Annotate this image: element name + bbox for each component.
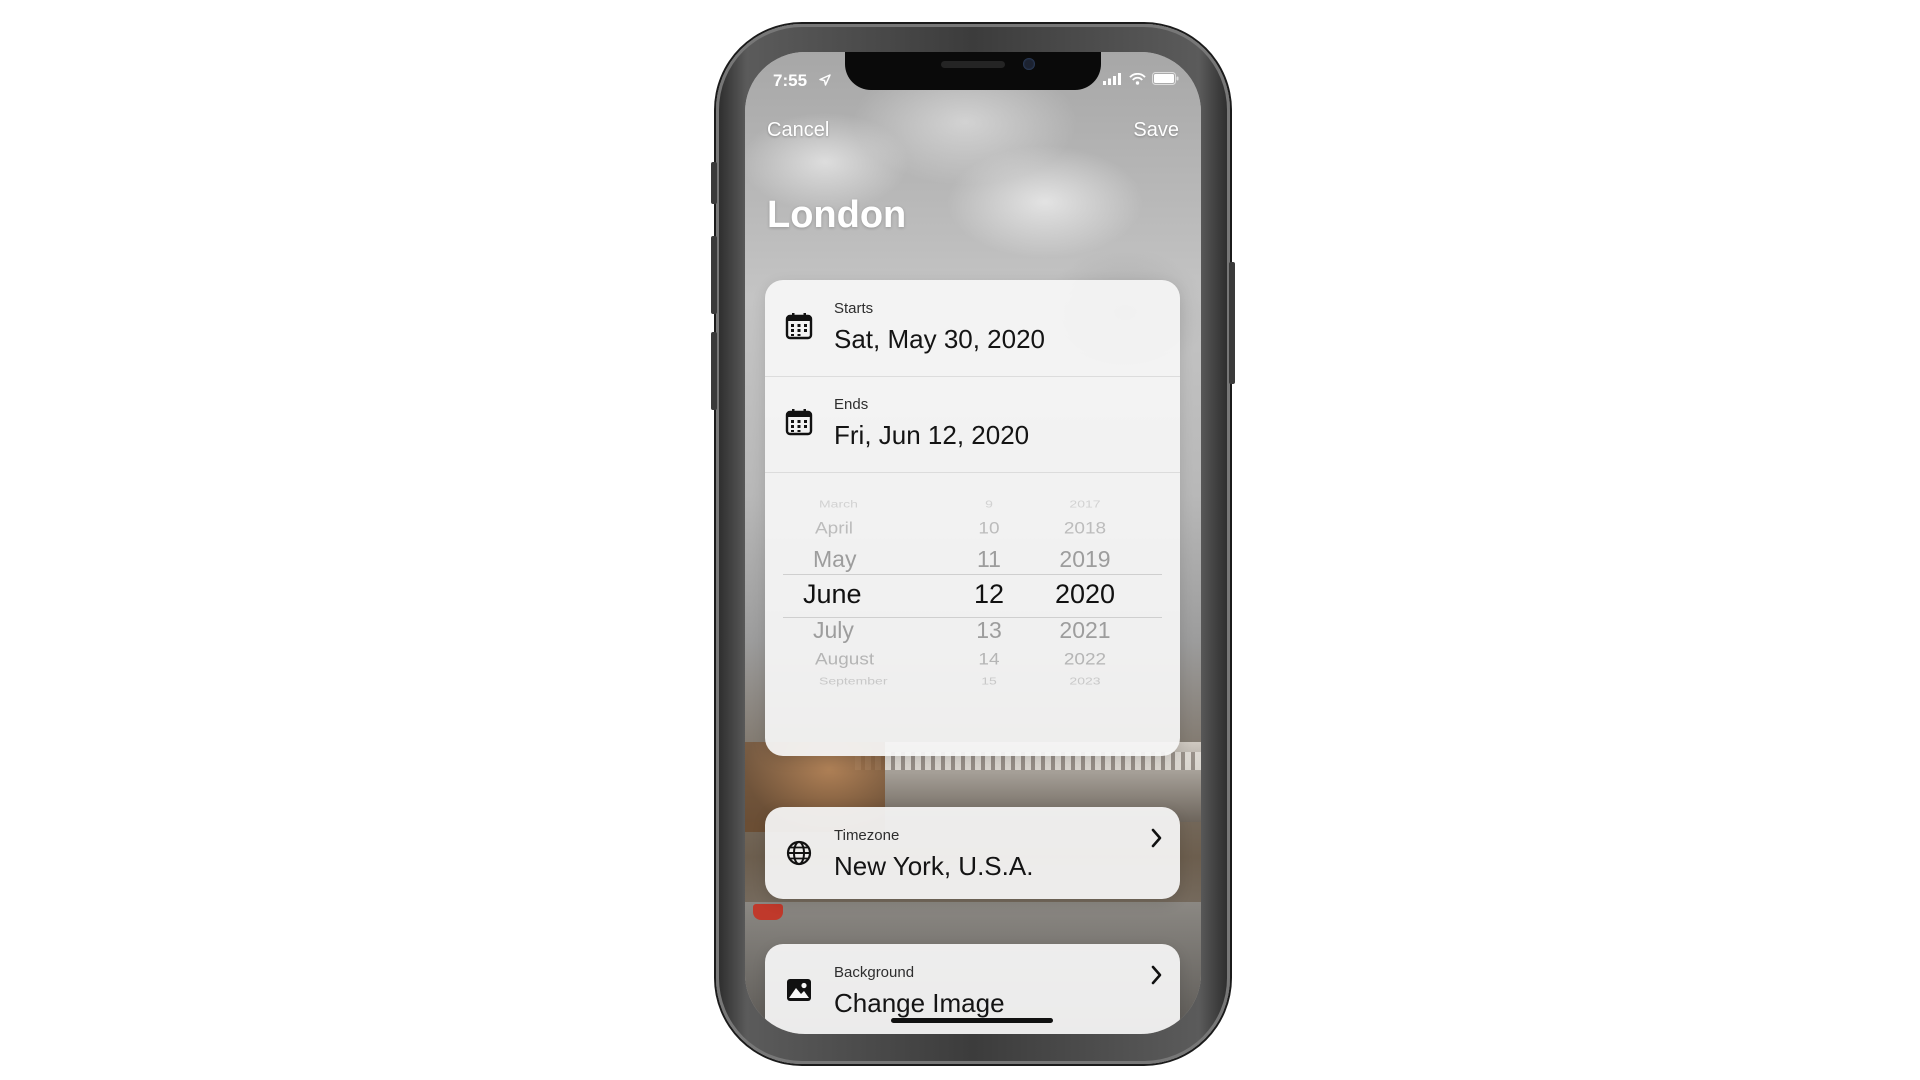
picker-year-selected[interactable]: 2020 xyxy=(1045,579,1125,610)
side-button xyxy=(1229,262,1235,384)
ends-label: Ends xyxy=(834,396,869,413)
front-camera xyxy=(1023,58,1035,70)
calendar-icon xyxy=(785,313,813,340)
ends-value: Fri, Jun 12, 2020 xyxy=(834,420,1030,450)
phone-screen: 7:55 Cancel Save London Starts Sat, May … xyxy=(745,52,1201,1034)
picker-day-item[interactable]: 14 xyxy=(967,650,1011,669)
picker-month-item[interactable]: August xyxy=(815,650,874,669)
battery-icon xyxy=(1152,72,1179,85)
divider xyxy=(765,472,1180,473)
chevron-right-icon xyxy=(1151,828,1162,848)
silent-switch xyxy=(711,162,717,204)
picker-year-item[interactable]: 2023 xyxy=(1045,675,1125,686)
starts-value: Sat, May 30, 2020 xyxy=(834,324,1046,354)
picker-year-column[interactable]: 2017 2018 2019 2020 2021 2022 2023 xyxy=(1045,490,1125,710)
earpiece-speaker xyxy=(941,61,1005,68)
picker-year-item[interactable]: 2018 xyxy=(1045,519,1125,538)
picker-day-item[interactable]: 15 xyxy=(967,675,1011,686)
home-indicator[interactable] xyxy=(891,1018,1053,1023)
picker-year-item[interactable]: 2022 xyxy=(1045,650,1125,669)
picker-year-item[interactable]: 2017 xyxy=(1045,498,1125,509)
picker-day-selected[interactable]: 12 xyxy=(967,579,1011,610)
starts-label: Starts xyxy=(834,300,874,317)
picker-month-item[interactable]: July xyxy=(813,617,854,644)
status-time: 7:55 xyxy=(773,71,808,90)
calendar-icon xyxy=(785,409,813,436)
timezone-value: New York, U.S.A. xyxy=(834,851,1034,881)
cellular-signal-icon xyxy=(1103,72,1121,85)
date-card: Starts Sat, May 30, 2020 Ends Fri, Jun 1… xyxy=(765,280,1180,756)
picker-month-selected[interactable]: June xyxy=(803,579,862,610)
timezone-row[interactable]: Timezone New York, U.S.A. xyxy=(765,807,1180,899)
volume-down-button xyxy=(711,332,717,410)
timezone-label: Timezone xyxy=(834,827,900,844)
wifi-icon xyxy=(1129,72,1146,85)
chevron-right-icon xyxy=(1151,965,1162,985)
cancel-button[interactable]: Cancel xyxy=(767,119,829,142)
notch xyxy=(845,52,1101,90)
picker-day-column[interactable]: 9 10 11 12 13 14 15 xyxy=(967,490,1011,710)
picker-month-item[interactable]: May xyxy=(813,546,856,573)
picker-month-item[interactable]: March xyxy=(819,498,858,509)
city-title: London xyxy=(767,194,907,236)
picker-year-item[interactable]: 2019 xyxy=(1045,546,1125,573)
starts-row[interactable]: Starts Sat, May 30, 2020 xyxy=(765,280,1180,376)
location-arrow-icon xyxy=(819,74,831,86)
picker-day-item[interactable]: 11 xyxy=(967,546,1011,573)
image-icon xyxy=(787,979,811,1001)
globe-icon xyxy=(786,840,812,866)
volume-up-button xyxy=(711,236,717,314)
picker-month-item[interactable]: September xyxy=(819,675,887,686)
picker-month-item[interactable]: April xyxy=(815,519,853,538)
ends-row[interactable]: Ends Fri, Jun 12, 2020 xyxy=(765,376,1180,472)
picker-day-item[interactable]: 9 xyxy=(967,498,1011,509)
picker-day-item[interactable]: 10 xyxy=(967,519,1011,538)
picker-month-column[interactable]: March April May June July August Septemb… xyxy=(803,490,953,710)
picker-year-item[interactable]: 2021 xyxy=(1045,617,1125,644)
status-indicators xyxy=(1103,72,1179,85)
background-boat xyxy=(753,904,783,920)
save-button[interactable]: Save xyxy=(1133,119,1179,142)
picker-day-item[interactable]: 13 xyxy=(967,617,1011,644)
date-picker-wheel[interactable]: March April May June July August Septemb… xyxy=(765,490,1180,710)
background-value: Change Image xyxy=(834,988,1005,1018)
background-label: Background xyxy=(834,964,915,981)
